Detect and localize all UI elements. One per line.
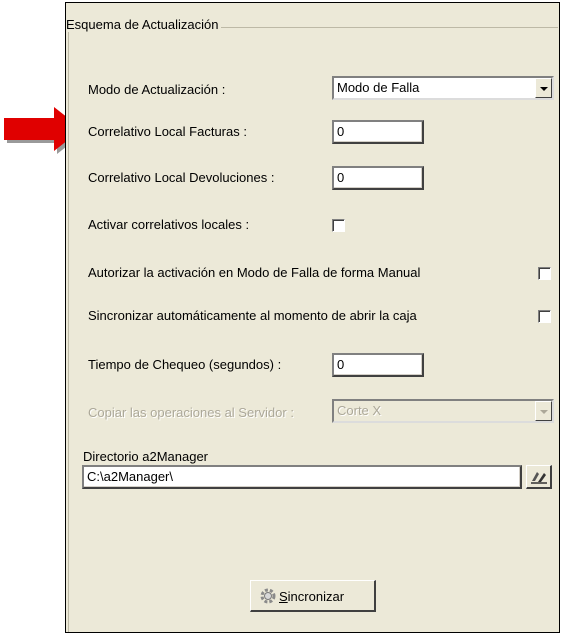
activate-local-seq-label: Activar correlativos locales :: [88, 217, 250, 232]
directory-label: Directorio a2Manager: [83, 449, 209, 464]
mode-label: Modo de Actualización :: [88, 82, 226, 97]
auto-sync-label: Sincronizar automáticamente al momento d…: [88, 308, 417, 323]
invoice-seq-label: Correlativo Local Facturas :: [88, 124, 247, 139]
check-time-input[interactable]: 0: [332, 353, 424, 377]
returns-seq-label: Correlativo Local Devoluciones :: [88, 170, 275, 185]
sync-button-label: Sincronizar: [279, 589, 345, 604]
mode-dropdown-button[interactable]: [535, 78, 552, 98]
mode-select[interactable]: Modo de Falla: [332, 76, 554, 100]
check-time-label: Tiempo de Chequeo (segundos) :: [88, 357, 282, 372]
update-scheme-group: [68, 27, 558, 632]
copy-ops-select: Corte X: [332, 399, 554, 423]
folder-browse-icon: [530, 472, 547, 484]
chevron-down-icon: [540, 410, 548, 414]
sync-button[interactable]: Sincronizar: [250, 580, 376, 612]
authorize-manual-checkbox[interactable]: [538, 267, 551, 280]
authorize-manual-label: Autorizar la activación en Modo de Falla…: [88, 265, 421, 280]
copy-ops-label: Copiar las operaciones al Servidor :: [88, 405, 294, 420]
chevron-down-icon: [540, 87, 548, 91]
invoice-seq-input[interactable]: 0: [332, 120, 424, 144]
gear-icon: [260, 588, 276, 604]
copy-ops-select-value: Corte X: [337, 403, 382, 418]
group-title: Esquema de Actualización: [66, 17, 222, 32]
settings-panel: Esquema de Actualización Modo de Actuali…: [65, 2, 560, 633]
mode-select-value: Modo de Falla: [337, 80, 420, 95]
returns-seq-input[interactable]: 0: [332, 166, 424, 190]
auto-sync-checkbox[interactable]: [538, 310, 551, 323]
directory-input[interactable]: C:\a2Manager\: [82, 465, 522, 489]
copy-ops-dropdown-button: [535, 401, 552, 421]
activate-local-seq-checkbox[interactable]: [332, 219, 345, 232]
browse-button[interactable]: [526, 465, 552, 489]
